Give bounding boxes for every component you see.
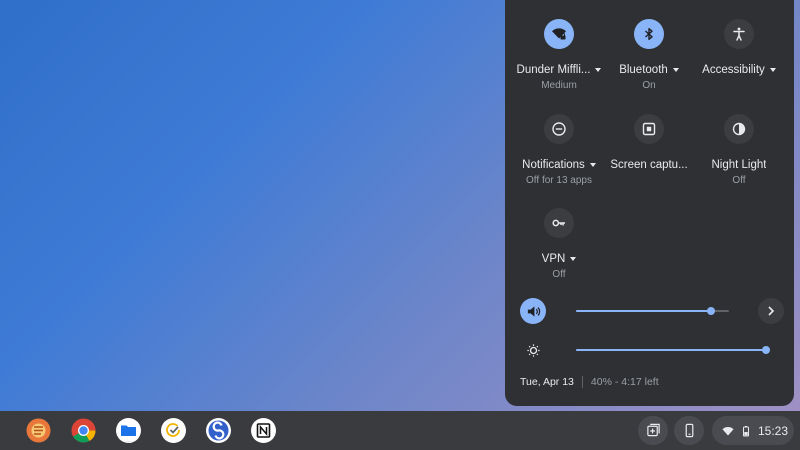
vpn-tile[interactable]: VPN Off bbox=[509, 208, 609, 280]
screen-capture-tile-label: Screen captu... bbox=[610, 159, 688, 171]
battery-status[interactable]: 40% - 4:17 left bbox=[591, 376, 659, 388]
accessibility-icon[interactable] bbox=[724, 19, 754, 49]
battery-icon bbox=[743, 425, 749, 436]
do-not-disturb-icon[interactable] bbox=[544, 114, 574, 144]
screen-capture-tile[interactable]: Screen captu... bbox=[599, 114, 699, 171]
night-light-tile-status: Off bbox=[732, 175, 746, 186]
screen-capture-shelf-button[interactable] bbox=[638, 416, 668, 445]
bluetooth-menu-caret-icon[interactable] bbox=[672, 68, 679, 72]
quick-settings-footer: Tue, Apr 13 40% - 4:17 left bbox=[520, 376, 659, 388]
volume-icon[interactable] bbox=[520, 298, 546, 324]
chrome-app-icon[interactable] bbox=[70, 417, 97, 444]
accessibility-tile[interactable]: Accessibility bbox=[689, 19, 789, 76]
notifications-tile-status: Off for 13 apps bbox=[526, 175, 592, 186]
wifi-tile[interactable]: Dunder Miffli... Medium bbox=[509, 19, 609, 91]
phone-icon bbox=[685, 423, 693, 438]
brightness-icon[interactable] bbox=[520, 337, 546, 363]
vpn-tile-status: Off bbox=[552, 269, 566, 280]
brightness-slider[interactable] bbox=[576, 346, 770, 354]
vpn-menu-caret-icon[interactable] bbox=[570, 257, 577, 261]
notion-app-icon[interactable] bbox=[250, 417, 277, 444]
wifi-tile-label: Dunder Miffli... bbox=[516, 64, 591, 76]
notifications-menu-caret-icon[interactable] bbox=[589, 163, 596, 167]
accessibility-tile-label: Accessibility bbox=[702, 64, 765, 76]
tasks-app-icon[interactable] bbox=[160, 417, 187, 444]
quick-settings-panel: Dunder Miffli... Medium Bluetooth On Acc… bbox=[505, 0, 794, 406]
files-app-icon[interactable] bbox=[115, 417, 142, 444]
accessibility-menu-caret-icon[interactable] bbox=[769, 68, 776, 72]
files-app-running-indicator bbox=[125, 441, 132, 443]
footer-divider bbox=[581, 376, 583, 388]
screen-capture-icon[interactable] bbox=[634, 114, 664, 144]
screen-capture-add-icon bbox=[646, 423, 660, 437]
phone-hub-button[interactable] bbox=[674, 416, 704, 445]
night-light-icon[interactable] bbox=[724, 114, 754, 144]
brightness-row bbox=[520, 337, 784, 363]
night-light-tile[interactable]: Night Light Off bbox=[689, 114, 789, 186]
notifications-tile[interactable]: Notifications Off for 13 apps bbox=[509, 114, 609, 186]
night-light-tile-label: Night Light bbox=[711, 159, 767, 171]
shelf: 15:23 bbox=[0, 411, 800, 450]
vpn-tile-label: VPN bbox=[541, 253, 566, 265]
volume-row bbox=[520, 298, 784, 324]
launcher-app-icon[interactable] bbox=[25, 417, 52, 444]
bluetooth-icon[interactable] bbox=[634, 19, 664, 49]
status-tray[interactable]: 15:23 bbox=[712, 416, 794, 445]
bluetooth-tile[interactable]: Bluetooth On bbox=[599, 19, 699, 91]
volume-slider[interactable] bbox=[576, 307, 729, 315]
date-label[interactable]: Tue, Apr 13 bbox=[520, 376, 574, 388]
bluetooth-tile-label: Bluetooth bbox=[619, 64, 668, 76]
simplenote-app-icon[interactable] bbox=[205, 417, 232, 444]
clock-time: 15:23 bbox=[758, 423, 789, 438]
chevron-right-icon bbox=[768, 306, 775, 316]
vpn-key-icon[interactable] bbox=[544, 208, 574, 238]
wifi-lock-icon[interactable] bbox=[544, 19, 574, 49]
audio-settings-button[interactable] bbox=[758, 298, 784, 324]
wifi-tile-status: Medium bbox=[541, 80, 577, 91]
notifications-tile-label: Notifications bbox=[522, 159, 585, 171]
wifi-icon bbox=[722, 426, 734, 435]
bluetooth-tile-status: On bbox=[642, 80, 656, 91]
